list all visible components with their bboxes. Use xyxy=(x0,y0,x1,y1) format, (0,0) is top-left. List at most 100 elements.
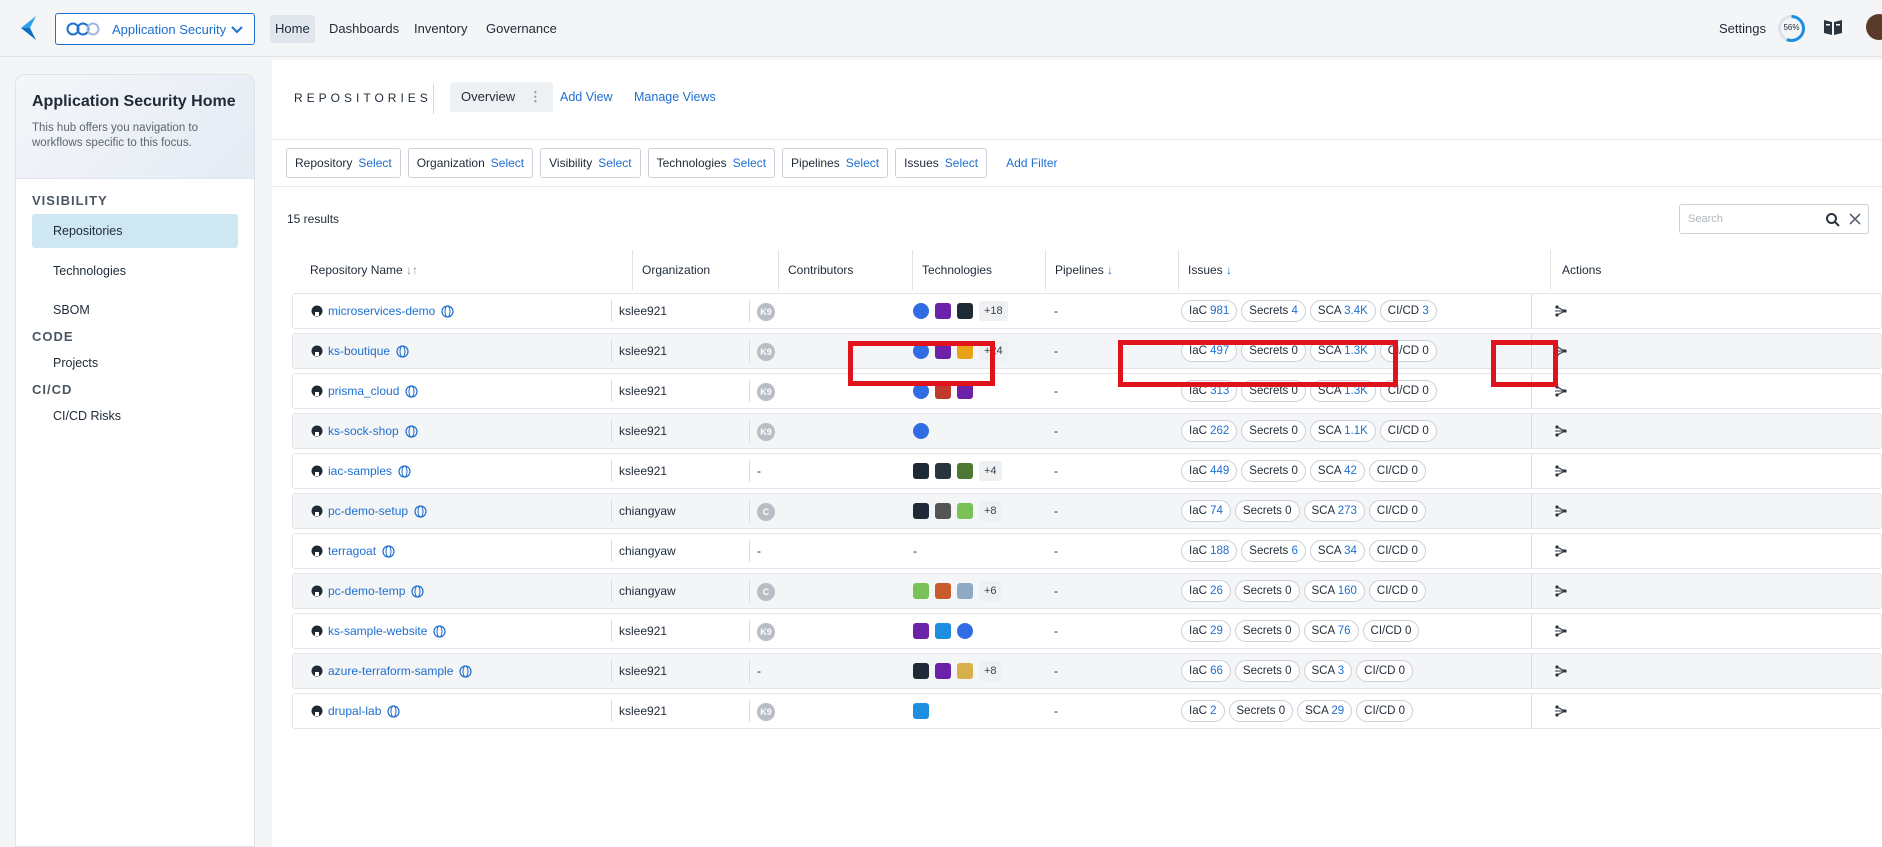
repository-link[interactable]: iac-samples xyxy=(328,454,411,488)
repository-link[interactable]: ks-boutique xyxy=(328,334,409,368)
search-input[interactable]: Search xyxy=(1679,204,1869,234)
repository-link[interactable]: terragoat xyxy=(328,534,395,568)
tech-more-badge[interactable]: +18 xyxy=(979,301,1008,321)
sidebar-item-cicd-risks[interactable]: CI/CD Risks xyxy=(32,399,238,433)
cicd-pill[interactable]: CI/CD 3 xyxy=(1379,300,1437,322)
sca-pill[interactable]: SCA 273 xyxy=(1303,500,1365,522)
sidebar-item-repositories[interactable]: Repositories xyxy=(32,214,238,248)
secrets-pill[interactable]: Secrets 0 xyxy=(1234,660,1300,682)
sidebar-item-projects[interactable]: Projects xyxy=(32,346,238,380)
progress-indicator[interactable]: 56% xyxy=(1777,14,1806,43)
manage-views-link[interactable]: Manage Views xyxy=(634,82,716,112)
secrets-pill[interactable]: Secrets 0 xyxy=(1234,620,1300,642)
graph-action-icon[interactable] xyxy=(1554,624,1568,638)
cicd-pill[interactable]: CI/CD 0 xyxy=(1362,620,1420,642)
settings-link[interactable]: Settings xyxy=(1719,15,1766,43)
iac-pill[interactable]: IaC 2 xyxy=(1181,700,1225,722)
filter-visibility[interactable]: Visibility Select xyxy=(540,148,641,178)
cicd-pill[interactable]: CI/CD 0 xyxy=(1356,660,1414,682)
cicd-pill[interactable]: CI/CD 0 xyxy=(1368,500,1426,522)
sca-pill[interactable]: SCA 160 xyxy=(1303,580,1365,602)
secrets-pill[interactable]: Secrets 0 xyxy=(1234,580,1300,602)
contributor-avatar[interactable]: K9 xyxy=(757,423,775,441)
sort-icon[interactable]: ↓↑ xyxy=(406,263,418,277)
repository-link[interactable]: pc-demo-setup xyxy=(328,494,427,528)
repository-link[interactable]: ks-sample-website xyxy=(328,614,446,648)
iac-pill[interactable]: IaC 74 xyxy=(1181,500,1231,522)
sca-pill[interactable]: SCA 3 xyxy=(1303,660,1353,682)
graph-action-icon[interactable] xyxy=(1554,704,1568,718)
tech-more-badge[interactable]: +8 xyxy=(979,661,1002,681)
col-issues[interactable]: Issues ↓ xyxy=(1188,250,1232,290)
sca-pill[interactable]: SCA 42 xyxy=(1309,460,1365,482)
secrets-pill[interactable]: Secrets 0 xyxy=(1234,500,1300,522)
nav-governance[interactable]: Governance xyxy=(481,15,562,43)
col-pipelines[interactable]: Pipelines ↓ xyxy=(1055,250,1113,290)
sidebar-item-technologies[interactable]: Technologies xyxy=(32,254,238,288)
graph-action-icon[interactable] xyxy=(1554,664,1568,678)
nav-dashboards[interactable]: Dashboards xyxy=(324,15,404,43)
iac-pill[interactable]: IaC 188 xyxy=(1181,540,1238,562)
sort-desc-icon[interactable]: ↓ xyxy=(1226,263,1232,277)
contributor-avatar[interactable]: K9 xyxy=(757,703,775,721)
contributor-avatar[interactable]: K9 xyxy=(757,383,775,401)
add-filter-link[interactable]: Add Filter xyxy=(1006,148,1057,178)
graph-action-icon[interactable] xyxy=(1554,504,1568,518)
iac-pill[interactable]: IaC 981 xyxy=(1181,300,1238,322)
iac-pill[interactable]: IaC 26 xyxy=(1181,580,1231,602)
secrets-pill[interactable]: Secrets 0 xyxy=(1241,460,1306,482)
filter-organization[interactable]: Organization Select xyxy=(407,148,534,178)
contributor-avatar[interactable]: K9 xyxy=(757,623,775,641)
contributor-avatar[interactable]: C xyxy=(757,503,775,521)
repository-link[interactable]: ks-sock-shop xyxy=(328,414,418,448)
search-icon[interactable] xyxy=(1825,212,1841,228)
repository-link[interactable]: microservices-demo xyxy=(328,294,454,328)
cicd-pill[interactable]: CI/CD 0 xyxy=(1356,700,1414,722)
filter-issues[interactable]: Issues Select xyxy=(895,148,988,178)
tech-more-badge[interactable]: +4 xyxy=(979,461,1002,481)
iac-pill[interactable]: IaC 66 xyxy=(1181,660,1231,682)
sca-pill[interactable]: SCA 34 xyxy=(1309,540,1365,562)
contributor-avatar[interactable]: C xyxy=(757,583,775,601)
secrets-pill[interactable]: Secrets 0 xyxy=(1228,700,1294,722)
filter-pipelines[interactable]: Pipelines Select xyxy=(782,148,889,178)
contributor-avatar[interactable]: K9 xyxy=(757,303,775,321)
contributor-avatar[interactable]: K9 xyxy=(757,343,775,361)
sca-pill[interactable]: SCA 1.1K xyxy=(1309,420,1376,442)
cicd-pill[interactable]: CI/CD 0 xyxy=(1368,580,1426,602)
sort-desc-icon[interactable]: ↓ xyxy=(1107,263,1113,277)
col-organization[interactable]: Organization xyxy=(642,250,710,290)
kebab-icon[interactable]: ⋮ xyxy=(529,89,542,104)
secrets-pill[interactable]: Secrets 4 xyxy=(1241,300,1306,322)
app-selector[interactable]: Application Security xyxy=(55,13,255,45)
graph-action-icon[interactable] xyxy=(1554,424,1568,438)
nav-home[interactable]: Home xyxy=(270,15,315,43)
logo-icon[interactable] xyxy=(18,14,44,42)
cicd-pill[interactable]: CI/CD 0 xyxy=(1368,540,1426,562)
graph-action-icon[interactable] xyxy=(1554,544,1568,558)
secrets-pill[interactable]: Secrets 6 xyxy=(1241,540,1306,562)
iac-pill[interactable]: IaC 449 xyxy=(1181,460,1238,482)
iac-pill[interactable]: IaC 262 xyxy=(1181,420,1238,442)
col-contributors[interactable]: Contributors xyxy=(788,250,853,290)
repository-link[interactable]: pc-demo-temp xyxy=(328,574,424,608)
graph-action-icon[interactable] xyxy=(1554,464,1568,478)
repository-link[interactable]: prisma_cloud xyxy=(328,374,418,408)
nav-inventory[interactable]: Inventory xyxy=(409,15,472,43)
sidebar-item-sbom[interactable]: SBOM xyxy=(32,293,238,327)
graph-action-icon[interactable] xyxy=(1554,304,1568,318)
tech-more-badge[interactable]: +8 xyxy=(979,501,1002,521)
book-icon[interactable] xyxy=(1822,16,1844,38)
user-avatar[interactable] xyxy=(1866,14,1882,40)
graph-action-icon[interactable] xyxy=(1554,584,1568,598)
sca-pill[interactable]: SCA 29 xyxy=(1297,700,1353,722)
filter-repository[interactable]: Repository Select xyxy=(286,148,401,178)
iac-pill[interactable]: IaC 29 xyxy=(1181,620,1231,642)
repository-link[interactable]: azure-terraform-sample xyxy=(328,654,472,688)
close-icon[interactable] xyxy=(1848,212,1862,226)
cicd-pill[interactable]: CI/CD 0 xyxy=(1379,420,1437,442)
repository-link[interactable]: drupal-lab xyxy=(328,694,400,728)
filter-technologies[interactable]: Technologies Select xyxy=(647,148,776,178)
add-view-link[interactable]: Add View xyxy=(560,82,613,112)
sca-pill[interactable]: SCA 3.4K xyxy=(1309,300,1376,322)
